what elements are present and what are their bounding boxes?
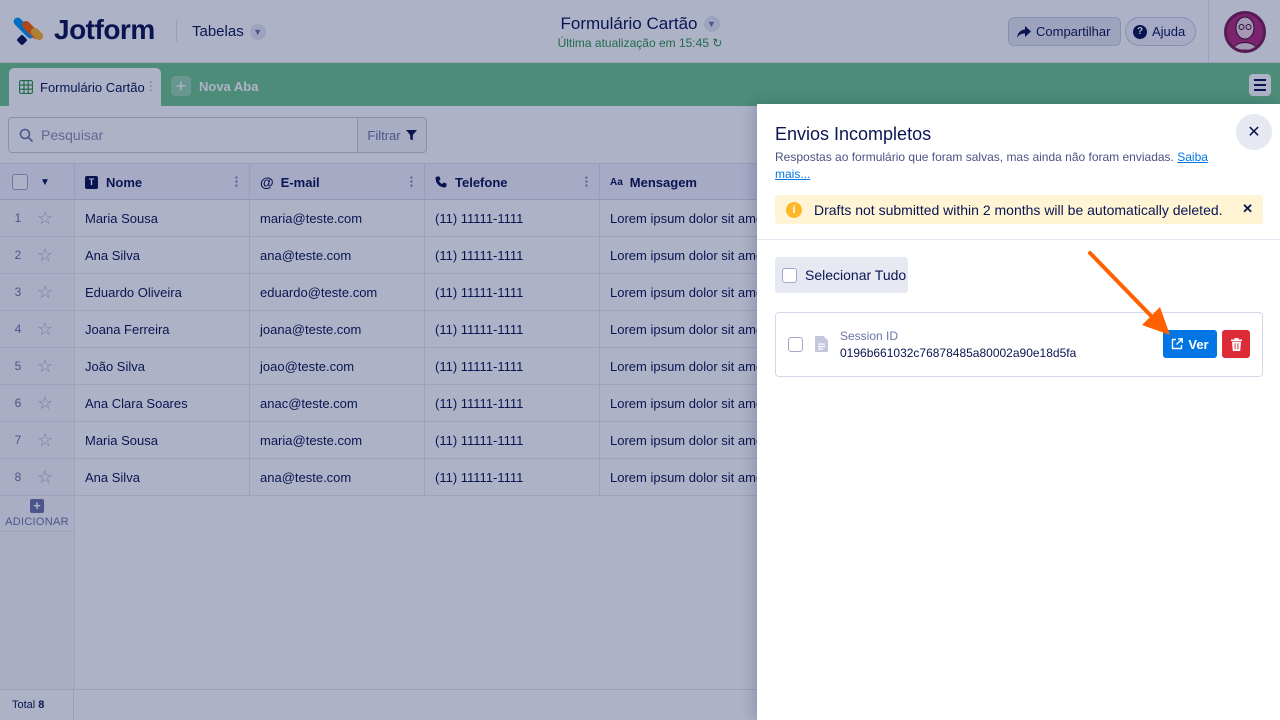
panel-subtitle: Respostas ao formulário que foram salvas… — [775, 149, 1225, 183]
trash-icon — [1230, 337, 1242, 351]
select-all-label: Selecionar Tudo — [805, 267, 907, 283]
select-all-button[interactable]: Selecionar Tudo — [775, 257, 908, 293]
document-icon — [815, 336, 828, 352]
notice-close-icon[interactable]: ✕ — [1242, 201, 1253, 217]
session-checkbox[interactable] — [788, 337, 803, 352]
close-icon: ✕ — [1247, 124, 1261, 141]
panel-subtitle-text: Respostas ao formulário que foram salvas… — [775, 150, 1174, 164]
annotation-arrow-icon — [1088, 251, 1170, 335]
auto-delete-notice: i Drafts not submitted within 2 months w… — [775, 195, 1263, 224]
close-panel-button[interactable]: ✕ — [1236, 114, 1272, 150]
session-id-value: 0196b661032c76878485a80002a90e18d5fa — [840, 346, 1077, 360]
incomplete-submissions-panel: Envios Incompletos Respostas ao formulár… — [757, 104, 1280, 720]
session-id-label: Session ID — [840, 329, 899, 343]
delete-draft-button[interactable] — [1222, 330, 1250, 358]
draft-session-card: Session ID 0196b661032c76878485a80002a90… — [775, 312, 1263, 377]
panel-divider — [757, 239, 1280, 240]
notice-text: Drafts not submitted within 2 months wil… — [814, 201, 1223, 218]
panel-title: Envios Incompletos — [775, 124, 932, 144]
info-icon: i — [786, 201, 802, 218]
view-label: Ver — [1188, 336, 1209, 352]
select-all-checkbox[interactable] — [782, 267, 797, 283]
